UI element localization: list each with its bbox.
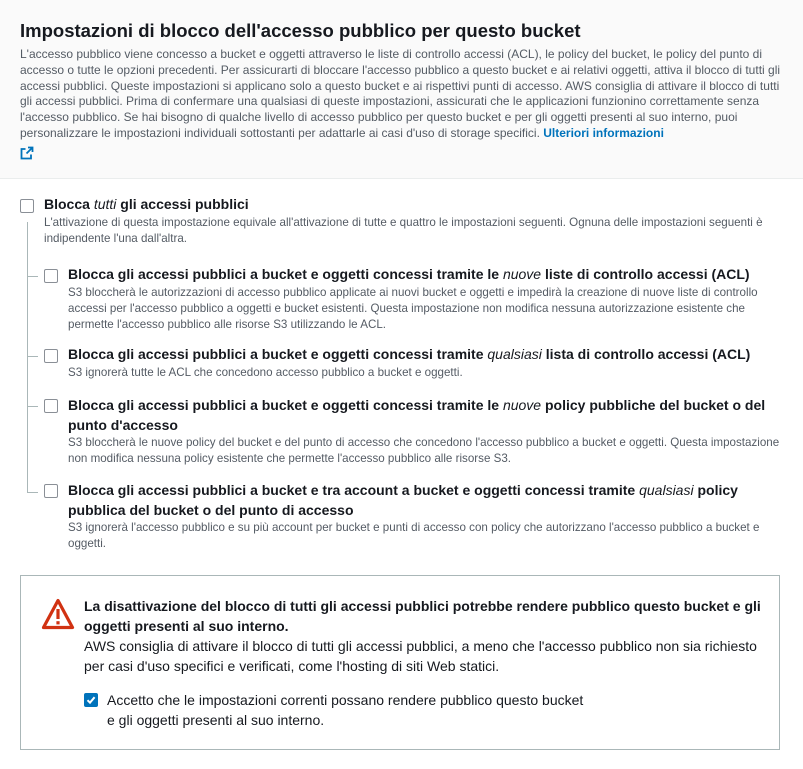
- block-any-acl-description: S3 ignorerà tutte le ACL che concedono a…: [68, 366, 463, 379]
- public-access-warning: La disattivazione del blocco di tutti gl…: [20, 575, 780, 750]
- options-tree-line: [27, 222, 28, 493]
- option-title-prefix: Blocca gli accessi pubblici a bucket e o…: [68, 346, 488, 362]
- checkmark-icon: [86, 696, 96, 705]
- block-new-acl-description: S3 bloccherà le autorizzazioni di access…: [68, 286, 758, 331]
- block-any-policy-checkbox[interactable]: [44, 484, 58, 498]
- block-all-title: Blocca tutti gli accessi pubblici: [44, 195, 784, 215]
- block-new-acl-title: Blocca gli accessi pubblici a bucket e o…: [68, 265, 784, 285]
- block-all-description: L'attivazione di questa impostazione equ…: [44, 216, 763, 245]
- warning-title: La disattivazione del blocco di tutti gl…: [84, 598, 761, 634]
- block-new-policy-description: S3 bloccherà le nuove policy del bucket …: [68, 436, 780, 465]
- block-all-title-emphasis: tutti: [93, 196, 117, 212]
- tree-branch: [27, 276, 38, 277]
- settings-header: Impostazioni di blocco dell'accesso pubb…: [0, 0, 803, 179]
- option-title-emphasis: nuove: [502, 266, 542, 282]
- tree-branch: [27, 492, 38, 493]
- header-description: L'accesso pubblico viene concesso a buck…: [20, 47, 782, 165]
- option-title-emphasis: nuove: [502, 397, 542, 413]
- block-all-title-prefix: Blocca: [44, 196, 94, 212]
- tree-branch: [27, 356, 38, 357]
- tree-branch: [27, 406, 38, 407]
- option-title-suffix: lista di controllo accessi (ACL): [541, 346, 751, 362]
- block-any-policy-title: Blocca gli accessi pubblici a bucket e t…: [68, 481, 784, 520]
- block-any-acl-checkbox[interactable]: [44, 349, 58, 363]
- warning-body: AWS consiglia di attivare il blocco di t…: [84, 638, 757, 674]
- block-any-acl-title: Blocca gli accessi pubblici a bucket e o…: [68, 345, 784, 365]
- block-new-acl-checkbox[interactable]: [44, 269, 58, 283]
- option-title-suffix: liste di controllo accessi (ACL): [541, 266, 750, 282]
- option-title-prefix: Blocca gli accessi pubblici a bucket e o…: [68, 266, 503, 282]
- learn-more-link[interactable]: Ulteriori informazioni: [543, 126, 664, 140]
- header-description-text: L'accesso pubblico viene concesso a buck…: [20, 47, 781, 140]
- acknowledge-label: Accetto che le impostazioni correnti pos…: [107, 692, 584, 728]
- option-title-emphasis: qualsiasi: [487, 346, 542, 362]
- block-all-checkbox[interactable]: [20, 199, 34, 213]
- option-title-prefix: Blocca gli accessi pubblici a bucket e t…: [68, 482, 640, 498]
- option-title-prefix: Blocca gli accessi pubblici a bucket e o…: [68, 397, 503, 413]
- warning-icon: [41, 598, 75, 635]
- block-any-policy-description: S3 ignorerà l'accesso pubblico e su più …: [68, 521, 760, 550]
- page-title: Impostazioni di blocco dell'accesso pubb…: [20, 20, 581, 41]
- block-new-policy-title: Blocca gli accessi pubblici a bucket e o…: [68, 396, 768, 435]
- acknowledge-checkbox[interactable]: [84, 693, 98, 707]
- block-new-policy-checkbox[interactable]: [44, 399, 58, 413]
- block-all-title-suffix: gli accessi pubblici: [116, 196, 249, 212]
- external-link-icon[interactable]: [20, 146, 34, 165]
- option-title-emphasis: qualsiasi: [639, 482, 694, 498]
